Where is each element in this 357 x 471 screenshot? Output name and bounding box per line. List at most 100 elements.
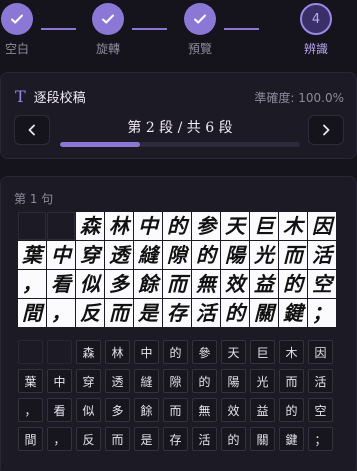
handwriting-cell: 林 [105,212,133,240]
handwriting-cell: 森 [76,212,104,240]
ocr-char-input[interactable]: 巨 [250,340,275,364]
ocr-char-input[interactable]: 是 [134,427,159,451]
ocr-char-input[interactable]: 反 [76,427,101,451]
ocr-char-input[interactable]: 空 [308,398,333,422]
ocr-char-input[interactable]: 而 [163,398,188,422]
ocr-char-input[interactable]: 多 [105,398,130,422]
ocr-char-input[interactable] [47,340,72,364]
ocr-char-input[interactable]: 森 [76,340,101,364]
handwriting-cell: 而 [105,299,133,327]
segment-indicator: 第 2 段 / 共 6 段 [127,120,233,136]
ocr-char-input[interactable]: 效 [221,398,246,422]
ocr-char-input[interactable]: ， [18,398,43,422]
handwriting-cell: 中 [47,241,75,269]
handwriting-cell: 而 [279,241,307,269]
handwriting-cell: 多 [105,270,133,298]
handwriting-cell [47,212,75,240]
handwriting-cell: 似 [76,270,104,298]
ocr-char-input[interactable]: ， [47,427,72,451]
handwriting-cell: 中 [134,212,162,240]
ocr-char-input[interactable]: 天 [221,340,246,364]
handwriting-cell: 的 [192,241,220,269]
ocr-char-input[interactable]: 光 [250,369,275,393]
handwriting-cell: 隙 [163,241,191,269]
handwriting-cell: 空 [308,270,336,298]
ocr-char-input[interactable]: 隙 [163,369,188,393]
progress-fill [60,142,140,147]
ocr-char-input[interactable]: 存 [163,427,188,451]
ocr-char-input[interactable]: 的 [221,427,246,451]
ocr-char-input[interactable]: 透 [105,369,130,393]
handwriting-cell: 的 [221,299,249,327]
segment-progress-bar [60,142,300,147]
sentence-card: 第 1 句 森林中的参天巨木因葉中穿透縫隙的陽光而活，看似多餘而無效益的空間，反… [0,176,357,471]
ocr-char-input[interactable]: 活 [308,369,333,393]
ocr-char-input[interactable]: 的 [279,398,304,422]
handwriting-cell: 因 [308,212,336,240]
ocr-char-input[interactable]: 陽 [221,369,246,393]
handwriting-cell: 参 [192,212,220,240]
handwriting-cell: 間 [18,299,46,327]
handwriting-cell: 關 [250,299,278,327]
step-preview[interactable]: 預覽 [178,3,222,57]
ocr-char-input[interactable]: 益 [250,398,275,422]
ocr-char-input[interactable]: 葉 [18,369,43,393]
ocr-char-input[interactable]: 林 [105,340,130,364]
handwriting-cell: 天 [221,212,249,240]
accuracy-label: 準確度: 100.0% [254,91,344,105]
ocr-char-input[interactable] [18,340,43,364]
previous-segment-button[interactable] [14,115,50,145]
ocr-char-input[interactable]: 穿 [76,369,101,393]
chevron-right-icon [323,124,330,136]
ocr-result-grid: 森林中的參天巨木因葉中穿透縫隙的陽光而活，看似多餘而無效益的空間，反而是存活的關… [18,340,333,451]
handwriting-cell: 活 [192,299,220,327]
handwriting-cell: 透 [105,241,133,269]
step-rotate[interactable]: 旋轉 [86,3,130,57]
ocr-char-input[interactable]: 間 [18,427,43,451]
ocr-char-input[interactable]: 因 [308,340,333,364]
ocr-char-input[interactable]: 而 [279,369,304,393]
handwriting-cell: 看 [47,270,75,298]
handwriting-cell: 的 [163,212,191,240]
step-label: 空白 [4,42,29,56]
handwriting-cell: ， [47,299,75,327]
chevron-left-icon [28,124,35,136]
ocr-char-input[interactable]: 無 [192,398,217,422]
check-icon [92,3,124,35]
ocr-char-input[interactable]: 的 [163,340,188,364]
handwriting-cell: 而 [163,270,191,298]
ocr-char-input[interactable]: 關 [250,427,275,451]
step-connector [132,28,167,30]
step-blank[interactable]: 空白 [0,3,39,57]
handwriting-cell: 鍵 [279,299,307,327]
step-connector [224,28,259,30]
card-title: 逐段校稿 [33,91,86,106]
ocr-char-input[interactable]: 餘 [134,398,159,422]
handwriting-cell: 葉 [18,241,46,269]
ocr-char-input[interactable]: 看 [47,398,72,422]
ocr-char-input[interactable]: 木 [279,340,304,364]
ocr-char-input[interactable]: 中 [47,369,72,393]
sentence-label: 第 1 句 [14,192,54,206]
ocr-char-input[interactable]: 鍵 [279,427,304,451]
ocr-char-input[interactable]: 而 [105,427,130,451]
ocr-char-input[interactable]: ； [308,427,333,451]
handwriting-cell: 餘 [134,270,162,298]
step-recognize[interactable]: 4 辨識 [294,3,338,57]
handwriting-image-grid: 森林中的参天巨木因葉中穿透縫隙的陽光而活，看似多餘而無效益的空間，反而是存活的關… [18,212,336,327]
handwriting-cell [18,212,46,240]
ocr-char-input[interactable]: 活 [192,427,217,451]
ocr-char-input[interactable]: 中 [134,340,159,364]
stepper: 空白 旋轉 預覽 4 辨識 [0,0,357,60]
handwriting-cell: 是 [134,299,162,327]
ocr-char-input[interactable]: 參 [192,340,217,364]
ocr-char-input[interactable]: 縫 [134,369,159,393]
step-label: 預覽 [187,42,212,56]
next-segment-button[interactable] [308,115,344,145]
handwriting-cell: 無 [192,270,220,298]
handwriting-cell: 陽 [221,241,249,269]
handwriting-cell: ， [18,270,46,298]
ocr-char-input[interactable]: 似 [76,398,101,422]
check-icon [184,3,216,35]
ocr-char-input[interactable]: 的 [192,369,217,393]
